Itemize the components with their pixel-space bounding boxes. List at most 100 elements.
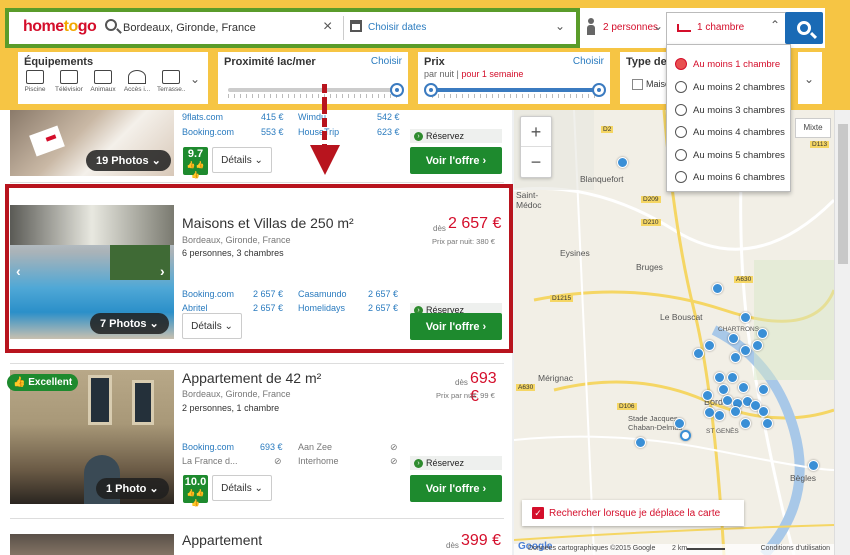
rooms-select-label[interactable]: 1 chambre [697, 22, 744, 33]
provider-name[interactable]: Casamundo [298, 289, 347, 299]
map-pin[interactable] [728, 333, 739, 344]
provider-price[interactable]: 2 657 € [368, 289, 398, 299]
details-button[interactable]: Détails ⌄ [212, 147, 272, 173]
proximity-slider-track[interactable] [228, 88, 393, 92]
provider-price[interactable]: 623 € [377, 127, 400, 137]
view-offer-button[interactable]: Voir l'offre › [410, 313, 502, 340]
provider-name[interactable]: Booking.com [182, 127, 234, 137]
rooms-option[interactable]: Au moins 5 chambres [675, 147, 785, 163]
provider-name[interactable]: Aan Zee [298, 442, 332, 452]
map-pin[interactable] [730, 352, 741, 363]
rooms-option[interactable]: Au moins 3 chambres [675, 102, 785, 118]
choose-link[interactable]: Choisir [371, 56, 402, 67]
provider-name[interactable]: La France d... [182, 456, 238, 466]
listing-photo[interactable]: ‹ › 7 Photos ⌄ [10, 205, 174, 339]
listing-title[interactable]: Maisons et Villas de 250 m² [182, 215, 354, 231]
terms-link[interactable]: Conditions d'utilisation [761, 545, 830, 552]
view-offer-button[interactable]: Voir l'offre › [410, 147, 502, 174]
filter-more[interactable]: ⌄ [798, 52, 822, 104]
listing-photo[interactable] [10, 534, 174, 555]
view-offer-button[interactable]: Voir l'offre › [410, 475, 502, 502]
search-button[interactable] [785, 12, 823, 44]
map-pin[interactable] [712, 283, 723, 294]
map-pin[interactable] [758, 384, 769, 395]
map-pin[interactable] [718, 384, 729, 395]
terrace-icon[interactable]: Terrasse... [157, 70, 185, 93]
provider-price[interactable]: 693 € [260, 442, 283, 452]
map-pin[interactable] [740, 312, 751, 323]
map-pin[interactable] [680, 430, 691, 441]
zoom-in-button[interactable]: + [521, 117, 551, 147]
slider-handle-min[interactable] [424, 83, 438, 97]
provider-name[interactable]: Homelidays [298, 303, 345, 313]
map-pin[interactable] [740, 418, 751, 429]
details-button[interactable]: Détails ⌄ [212, 475, 272, 501]
price-slider-track[interactable] [432, 88, 598, 92]
map-type-button[interactable]: Mixte [795, 118, 831, 138]
provider-price[interactable]: 2 657 € [368, 303, 398, 313]
map-pin[interactable] [635, 437, 646, 448]
photos-button[interactable]: 7 Photos ⌄ [90, 313, 169, 334]
rooms-option[interactable]: Au moins 1 chambre [675, 56, 780, 72]
map-pin[interactable] [752, 340, 763, 351]
photos-button[interactable]: 1 Photo ⌄ [96, 478, 169, 499]
pet-icon[interactable]: Animaux [90, 70, 116, 93]
map-pin[interactable] [714, 372, 725, 383]
slider-handle[interactable] [390, 83, 404, 97]
slider-handle-max[interactable] [592, 83, 606, 97]
map-pin[interactable] [693, 348, 704, 359]
type-checkbox[interactable] [632, 79, 643, 90]
chevron-down-icon[interactable]: ⌄ [653, 19, 663, 33]
provider-name[interactable]: Interhome [298, 456, 339, 466]
provider-name[interactable]: HouseTrip [298, 127, 339, 137]
map-pin[interactable] [758, 406, 769, 417]
provider-name[interactable]: Booking.com [182, 289, 234, 299]
provider-name[interactable]: 9flats.com [182, 112, 223, 122]
provider-name[interactable]: Abritel [182, 303, 208, 313]
checkbox-icon[interactable]: ✓ [532, 507, 544, 519]
provider-price[interactable]: 542 € [377, 112, 400, 122]
chevron-down-icon[interactable]: ⌄ [804, 72, 814, 86]
map-pin[interactable] [757, 328, 768, 339]
provider-price[interactable]: 2 657 € [253, 303, 283, 313]
provider-price[interactable]: 415 € [261, 112, 284, 122]
search-on-move-toggle[interactable]: ✓ Rechercher lorsque je déplace la carte [522, 500, 744, 526]
listing-title[interactable]: Appartement [182, 532, 262, 548]
scrollbar[interactable] [834, 110, 850, 555]
choose-link[interactable]: Choisir [573, 56, 604, 67]
price-mode[interactable]: par nuit | pour 1 semaine [424, 69, 523, 79]
provider-price[interactable]: 553 € [261, 127, 284, 137]
map-pin[interactable] [714, 410, 725, 421]
wifi-icon[interactable]: Accès i... [124, 70, 150, 93]
listing-card: 1 Photo ⌄ Appartement de 42 m² Bordeaux,… [10, 370, 504, 507]
listing-photo[interactable]: 19 Photos ⌄ [10, 110, 174, 176]
provider-name[interactable]: Booking.com [182, 442, 234, 452]
pool-icon[interactable]: Piscine [24, 70, 46, 93]
listing-title[interactable]: Appartement de 42 m² [182, 370, 321, 386]
map-pin[interactable] [702, 390, 713, 401]
scrollbar-thumb[interactable] [838, 124, 848, 264]
prev-photo-icon[interactable]: ‹ [16, 263, 21, 279]
zoom-out-button[interactable]: − [521, 147, 551, 177]
rooms-option[interactable]: Au moins 6 chambres [675, 169, 785, 185]
photos-button[interactable]: 19 Photos ⌄ [86, 150, 171, 171]
rooms-option[interactable]: Au moins 2 chambres [675, 79, 785, 95]
chevron-up-icon[interactable]: ⌃ [770, 18, 780, 32]
provider-price[interactable]: 2 657 € [253, 289, 283, 299]
rooms-option[interactable]: Au moins 4 chambres [675, 124, 785, 140]
map-pin[interactable] [738, 382, 749, 393]
map-pin[interactable] [617, 157, 628, 168]
tv-icon[interactable]: Télévision [55, 70, 83, 93]
chevron-down-icon[interactable]: ⌄ [190, 72, 200, 86]
next-photo-icon[interactable]: › [160, 263, 165, 279]
map-pin[interactable] [674, 418, 685, 429]
map-pin[interactable] [808, 460, 819, 471]
map-pin[interactable] [704, 340, 715, 351]
listing-address: Bordeaux, Gironde, France [182, 235, 291, 245]
map-pin[interactable] [762, 418, 773, 429]
map-pin[interactable] [740, 345, 751, 356]
map-pin[interactable] [730, 406, 741, 417]
map-pin[interactable] [727, 372, 738, 383]
details-button[interactable]: Détails ⌄ [182, 313, 242, 339]
persons-select[interactable]: 2 personnes [603, 22, 658, 33]
